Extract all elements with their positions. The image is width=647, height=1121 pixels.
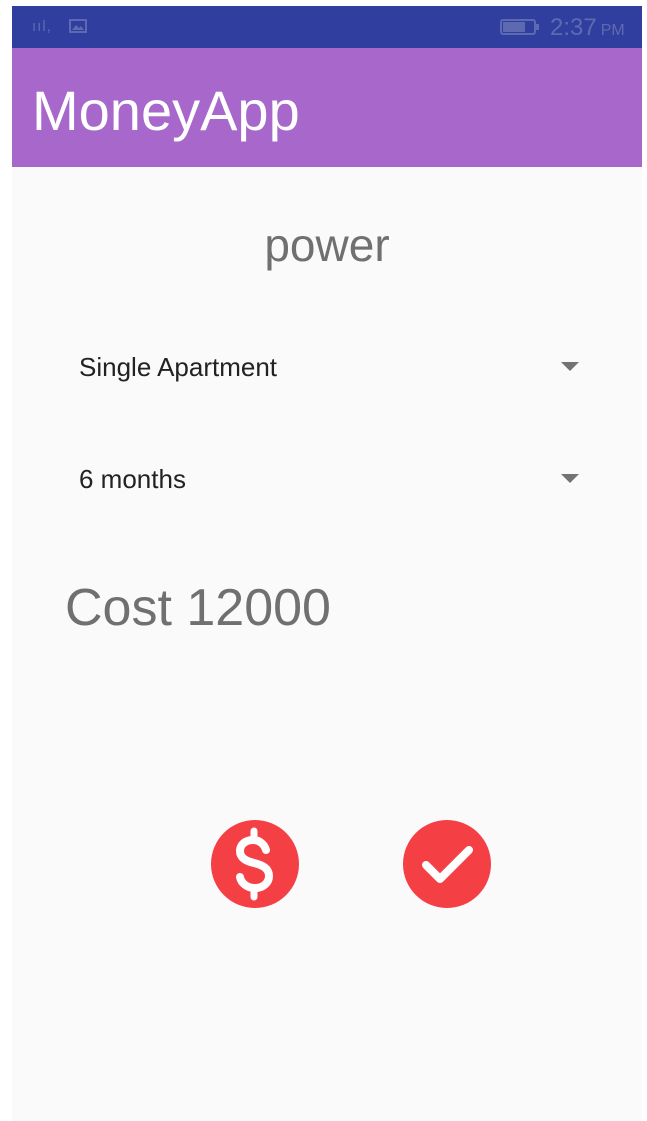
check-icon [422, 846, 473, 883]
housing-type-value: Single Apartment [79, 352, 278, 382]
housing-type-dropdown[interactable]: Single Apartment [79, 346, 579, 390]
app-bar: MoneyApp [12, 48, 642, 167]
status-bar: ııl, 2:37 PM [12, 6, 642, 48]
pay-button[interactable] [211, 820, 299, 908]
status-time: 2:37 PM [550, 14, 625, 41]
image-icon [69, 19, 87, 33]
app-title: MoneyApp [32, 79, 300, 142]
battery-icon [500, 19, 539, 35]
duration-value: 6 months [79, 464, 186, 494]
cost-label: Cost 12000 [65, 579, 331, 637]
signal-icon: ııl, [32, 18, 52, 35]
dollar-icon [235, 827, 274, 901]
app-screen: ııl, 2:37 PM MoneyApp power Single Apartm… [12, 6, 642, 1121]
confirm-button[interactable] [403, 820, 491, 908]
dropdown-arrow-icon [561, 474, 579, 483]
duration-dropdown[interactable]: 6 months [79, 458, 579, 502]
dropdown-arrow-icon [561, 362, 579, 371]
item-name-label: power [264, 219, 390, 271]
